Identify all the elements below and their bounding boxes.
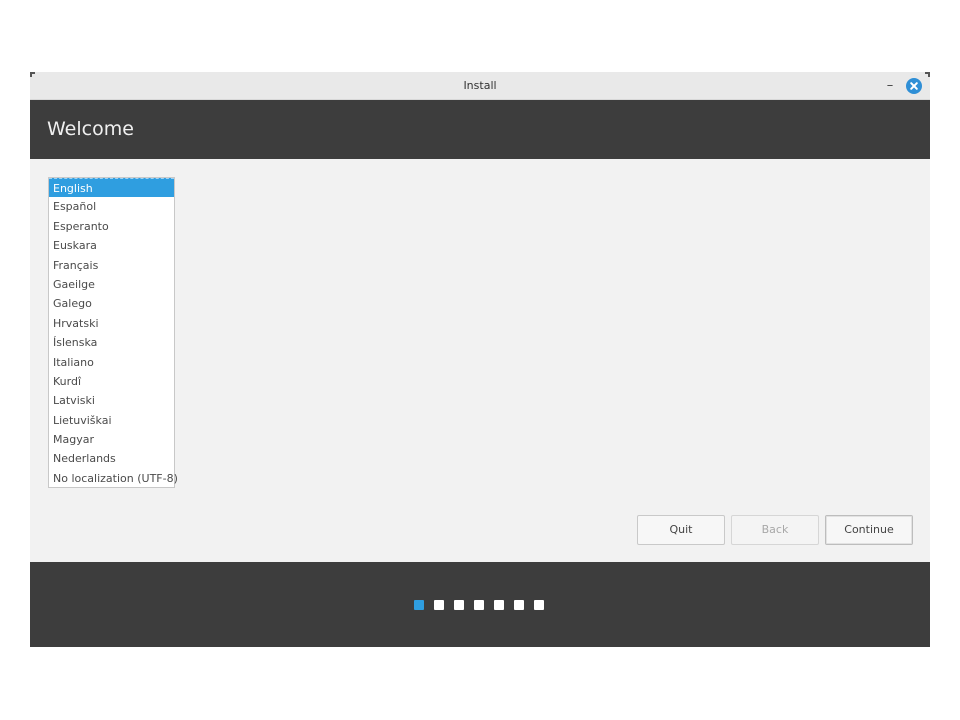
quit-button[interactable]: Quit xyxy=(637,515,725,545)
continue-button[interactable]: Continue xyxy=(825,515,913,545)
step-dot-active xyxy=(414,600,424,610)
language-item[interactable]: No localization (UTF-8) xyxy=(49,469,178,488)
window-corner-right xyxy=(925,72,930,77)
step-dot xyxy=(454,600,464,610)
progress-footer xyxy=(30,562,930,647)
close-icon xyxy=(910,82,918,90)
language-item[interactable]: Galego xyxy=(49,294,174,313)
page-title: Welcome xyxy=(47,118,134,140)
step-dot xyxy=(534,600,544,610)
language-item[interactable]: Español xyxy=(49,197,174,216)
language-item[interactable]: Français xyxy=(49,256,174,275)
language-list[interactable]: English Español Esperanto Euskara Français Ga… xyxy=(48,177,178,488)
language-item[interactable]: Nederlands xyxy=(49,449,174,468)
language-item[interactable]: Lietuviškai xyxy=(49,411,174,430)
back-button[interactable]: Back xyxy=(731,515,819,545)
close-button[interactable] xyxy=(906,78,922,94)
minimize-icon: – xyxy=(886,78,894,93)
step-dot xyxy=(494,600,504,610)
language-item[interactable]: Italiano xyxy=(49,353,174,372)
language-item[interactable]: Magyar xyxy=(49,430,174,449)
step-dot xyxy=(434,600,444,610)
language-item[interactable]: Euskara xyxy=(49,236,174,255)
minimize-button[interactable]: – xyxy=(882,76,898,94)
title-bar[interactable]: Install – xyxy=(30,72,930,100)
language-item[interactable]: Esperanto xyxy=(49,217,174,236)
language-item[interactable]: Hrvatski xyxy=(49,314,174,333)
installer-window: Install – Welcome English Español Esperant… xyxy=(30,72,930,647)
page-header: Welcome xyxy=(30,100,930,159)
language-item[interactable]: Íslenska xyxy=(49,333,174,352)
language-item[interactable]: Kurdî xyxy=(49,372,174,391)
language-item[interactable]: English xyxy=(49,178,174,198)
language-item[interactable]: Gaeilge xyxy=(49,275,174,294)
window-corner-left xyxy=(30,72,35,77)
step-dot xyxy=(474,600,484,610)
language-item[interactable]: Latviski xyxy=(49,391,174,410)
step-dot xyxy=(514,600,524,610)
window-title: Install xyxy=(463,79,497,92)
